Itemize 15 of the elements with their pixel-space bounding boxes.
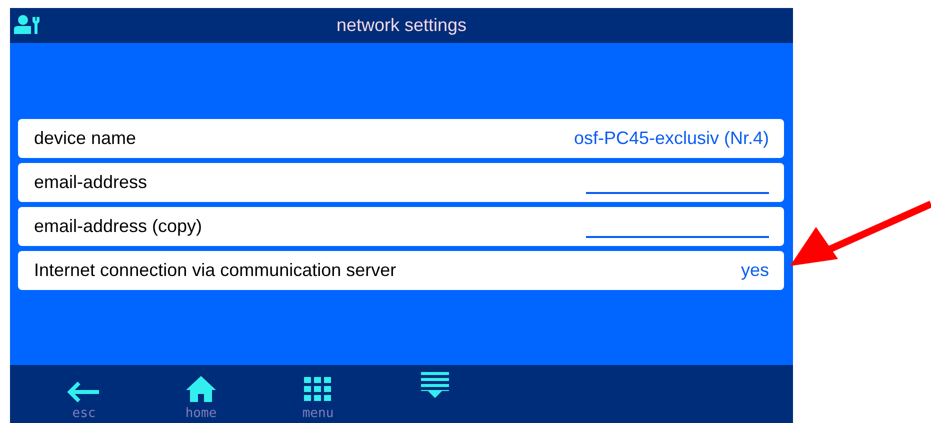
setting-row[interactable]: device name osf-PC45-exclusiv (Nr.4): [18, 119, 784, 158]
setting-label: email-address (copy): [34, 216, 202, 237]
setting-row[interactable]: Internet connection via communication server yes: [18, 251, 784, 290]
setting-row[interactable]: email-address (copy): [18, 207, 784, 246]
setting-label: email-address: [34, 172, 148, 193]
list-down-icon: [421, 372, 449, 398]
screen-title: network settings: [335, 15, 468, 36]
setting-value: yes: [740, 260, 769, 281]
back-arrow-icon: [67, 381, 101, 403]
setting-label: device name: [34, 128, 136, 149]
setting-label: Internet connection via communication server: [34, 260, 396, 281]
home-icon: [185, 375, 217, 403]
setting-row[interactable]: email-address: [18, 163, 784, 202]
setting-value: osf-PC45-exclusiv (Nr.4): [574, 128, 769, 149]
menu-grid-icon: [304, 377, 332, 403]
